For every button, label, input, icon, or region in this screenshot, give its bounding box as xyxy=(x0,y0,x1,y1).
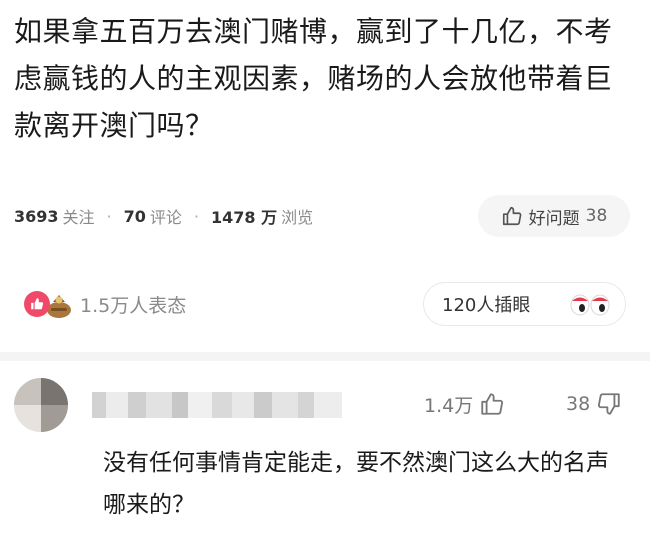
good-question-label: 好问题 xyxy=(528,208,580,229)
question-title: 如果拿五百万去澳门赌博，赢到了十几亿，不考虑赢钱的人的主观因素，赌场的人会放他带… xyxy=(14,15,613,142)
comment-dislike-button[interactable]: 38 xyxy=(566,388,622,420)
thumbs-up-icon xyxy=(481,393,504,415)
followers-label: 关注 xyxy=(62,208,95,227)
thumbs-down-icon xyxy=(598,393,620,415)
comments-label: 评论 xyxy=(149,208,182,227)
reactions-count: 1.5万人表态 xyxy=(80,294,187,317)
good-question-count: 38 xyxy=(585,206,608,226)
comment-like-count: 1.4万 xyxy=(424,394,474,417)
followers-count: 3693 xyxy=(14,206,59,226)
comment-text: 没有任何事情肯定能走，要不然澳门这么大的名声哪来的？ xyxy=(103,450,609,518)
views-label: 浏览 xyxy=(281,208,314,227)
comment-dislike-count: 38 xyxy=(566,393,591,415)
avatar[interactable] xyxy=(14,378,68,432)
comment-like-button[interactable]: 1.4万 xyxy=(424,388,505,420)
thumbs-up-icon xyxy=(502,206,522,226)
good-question-button[interactable]: 好问题 38 xyxy=(478,195,630,237)
comments-count: 70 xyxy=(123,206,146,226)
cha-yan-label: 120人插眼 xyxy=(442,295,531,316)
stats-separator: · xyxy=(193,206,200,226)
views-count: 1478 万 xyxy=(211,208,278,227)
eyes-emoji-icon xyxy=(570,294,610,316)
stats-separator: · xyxy=(106,206,112,226)
section-divider xyxy=(0,352,650,361)
blurred-username[interactable] xyxy=(92,392,342,418)
question-stats: 3693 关注 · 70 评论 · 1478 万 浏览 xyxy=(14,203,313,229)
like-icon xyxy=(24,291,50,317)
reactions-summary[interactable]: 1.5万人表态 xyxy=(24,285,186,323)
cha-yan-button[interactable]: 120人插眼 xyxy=(423,282,626,326)
